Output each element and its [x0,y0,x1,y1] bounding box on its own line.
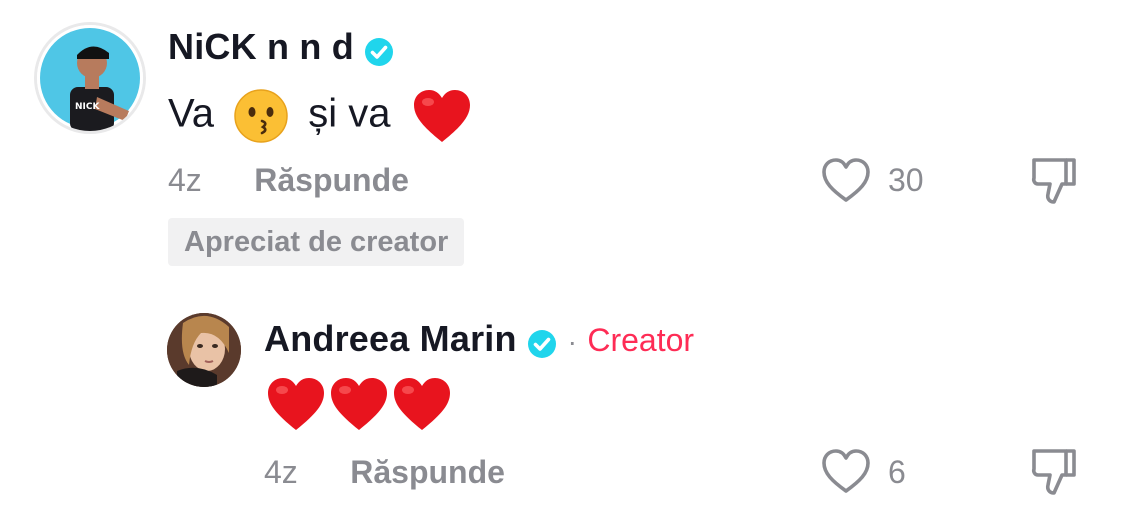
reply-dislike-button[interactable] [1028,445,1080,497]
svg-text:NICK: NICK [75,102,100,112]
thumbs-down-icon [1031,449,1076,495]
separator-dot: · [567,326,577,357]
creator-label: Creator [587,322,695,358]
reply-text [266,376,452,434]
reply-reply-button[interactable]: Răspunde [350,454,505,490]
commenter-username[interactable]: NiCK n n d [168,26,354,67]
comment-meta: 4z Răspunde [168,162,409,202]
comment-text-part-2: și va [308,91,391,136]
comment-text: Va și va [168,88,472,144]
comment-header: NiCK n n d [168,26,394,70]
red-heart-emoji-icon [329,376,389,432]
comment-dislike-button[interactable] [1028,154,1080,206]
reply-like-button[interactable] [820,447,872,495]
reply-header: Andreea Marin · Creator [264,318,694,362]
red-heart-emoji-icon [412,88,472,144]
comment-like-count: 30 [888,162,924,198]
verified-badge-icon [364,37,394,67]
thumbs-down-icon [1031,158,1076,204]
reply-author-username[interactable]: Andreea Marin [264,318,517,359]
red-heart-emoji-icon [266,376,326,432]
reply-timestamp: 4z [264,454,298,490]
reply-author-avatar[interactable] [167,313,241,387]
comment-text-part-1: Va [168,91,214,136]
kissing-face-emoji-icon [233,88,289,144]
comment-like-button[interactable] [820,156,872,204]
comment-timestamp: 4z [168,162,202,198]
red-heart-emoji-icon [392,376,452,432]
heart-outline-icon [822,158,870,202]
verified-badge-icon [527,329,557,359]
commenter-avatar[interactable]: NICK [34,22,146,134]
liked-by-creator-badge: Apreciat de creator [168,218,465,266]
heart-outline-icon [822,449,870,493]
reply-meta: 4z Răspunde [264,454,505,494]
comment-reply-button[interactable]: Răspunde [254,162,409,198]
reply-like-count: 6 [888,454,906,490]
